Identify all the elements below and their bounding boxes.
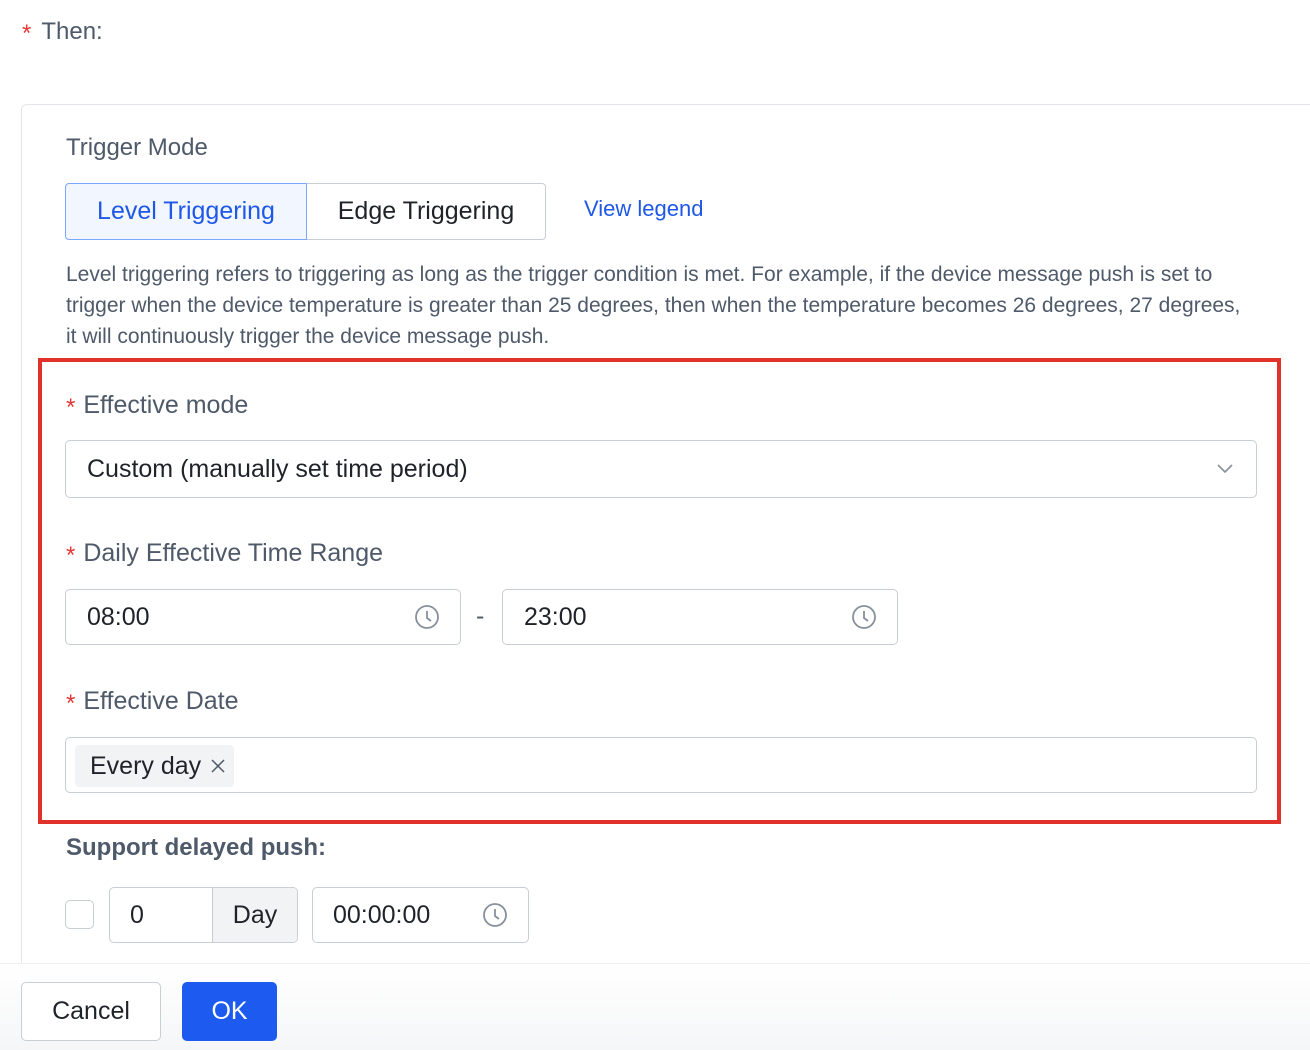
effective-mode-label-text: Effective mode [83,391,249,419]
delayed-push-checkbox[interactable] [65,900,94,929]
clock-icon [852,605,876,629]
effective-date-label: * Effective Date [66,687,239,717]
delay-days-input[interactable]: 0 [110,888,212,942]
every-day-tag: Every day [75,745,235,787]
then-label: * Then: [22,18,103,47]
chevron-down-icon [1217,464,1233,474]
view-legend-link[interactable]: View legend [584,196,703,222]
required-mark: * [66,689,76,717]
end-time-value: 23:00 [524,602,587,631]
start-time-value: 08:00 [87,602,150,631]
effective-mode-label: * Effective mode [66,391,249,421]
edge-triggering-option[interactable]: Edge Triggering [307,183,546,240]
delay-time-input[interactable]: 00:00:00 [312,887,529,943]
delayed-push-label: Support delayed push: [66,834,327,861]
effective-mode-select[interactable]: Custom (manually set time period) [65,440,1257,498]
cancel-button[interactable]: Cancel [21,982,161,1041]
daily-range-label: * Daily Effective Time Range [66,539,384,569]
then-label-text: Then: [41,18,103,45]
ok-button[interactable]: OK [182,982,277,1041]
effective-date-label-text: Effective Date [83,687,239,715]
delay-time-value: 00:00:00 [333,900,431,929]
daily-range-label-text: Daily Effective Time Range [83,539,384,567]
effective-mode-value: Custom (manually set time period) [87,454,468,483]
delay-days-unit: Day [212,888,297,942]
start-time-input[interactable]: 08:00 [65,589,461,645]
delay-days-group: 0 Day [109,887,298,943]
effective-date-select[interactable]: Every day [65,737,1257,793]
required-mark: * [66,541,76,569]
required-mark: * [66,393,76,421]
trigger-mode-segmented: Level Triggering Edge Triggering [65,183,546,240]
trigger-mode-description: Level triggering refers to triggering as… [66,263,1241,348]
tag-label: Every day [90,751,202,780]
clock-icon [483,903,507,927]
trigger-mode-title: Trigger Mode [66,134,208,161]
clock-icon [415,605,439,629]
end-time-input[interactable]: 23:00 [502,589,898,645]
level-triggering-option[interactable]: Level Triggering [65,183,307,240]
close-icon[interactable] [210,758,226,774]
required-mark: * [22,20,32,47]
time-range-separator: - [476,602,485,630]
